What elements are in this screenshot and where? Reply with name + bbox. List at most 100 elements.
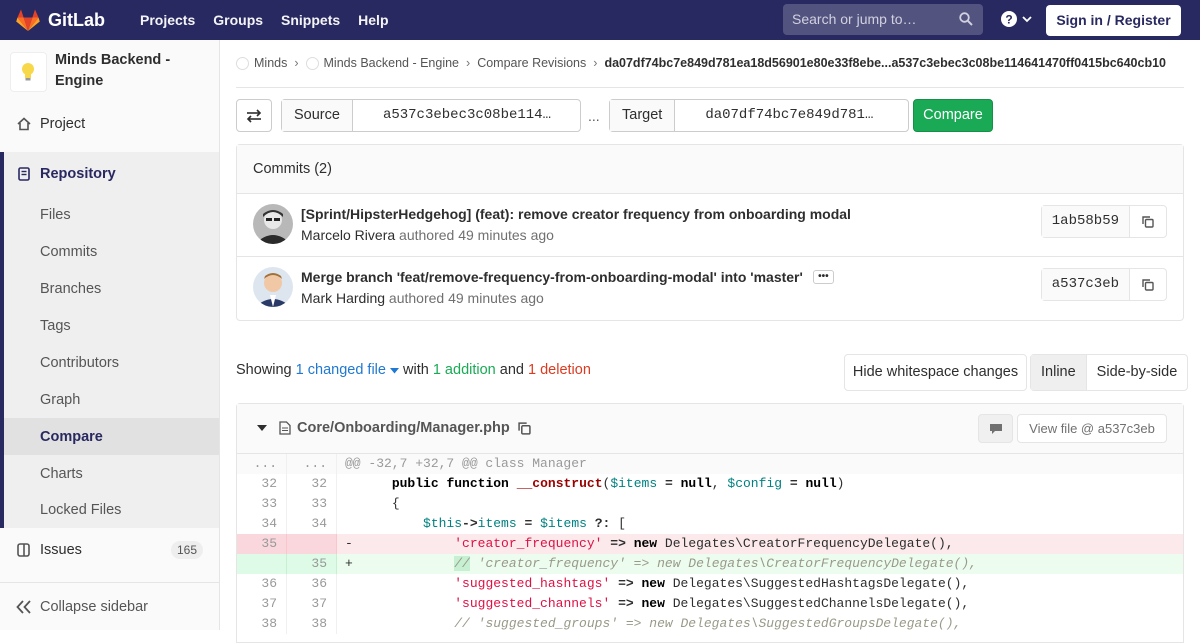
commit-row: Merge branch 'feat/remove-frequency-from…	[237, 257, 1183, 320]
commit-sha[interactable]: a537c3eb	[1041, 269, 1130, 300]
target-revision-dropdown[interactable]: Target da07df74bc7e849d781…	[609, 99, 909, 132]
nav-help[interactable]: Help	[349, 12, 397, 28]
commit-time: 49 minutes ago	[448, 290, 544, 306]
new-line-number[interactable]: 36	[287, 574, 337, 594]
breadcrumb-item[interactable]: Minds	[254, 56, 287, 70]
commit-author[interactable]: Marcelo Rivera	[301, 227, 395, 243]
sidebar-item-repository[interactable]: Repository	[4, 152, 219, 196]
inline-view-button[interactable]: Inline	[1031, 355, 1087, 390]
sidebar-item-commits[interactable]: Commits	[4, 233, 219, 270]
compare-button[interactable]: Compare	[913, 99, 993, 132]
copy-path-icon[interactable]	[518, 421, 531, 435]
sidebar-item-graph[interactable]: Graph	[4, 381, 219, 418]
help-dropdown[interactable]: ?	[1001, 11, 1032, 27]
diff-line: 37 37 'suggested_channels' => new Delegat…	[237, 594, 1183, 614]
swap-revisions-button[interactable]	[236, 99, 272, 132]
new-line-number[interactable]: 34	[287, 514, 337, 534]
search-input[interactable]: Search or jump to…	[783, 4, 983, 35]
sidebar-project-header[interactable]: Minds Backend - Engine	[0, 40, 219, 96]
commit-title[interactable]: Merge branch 'feat/remove-frequency-from…	[301, 269, 834, 285]
target-label: Target	[610, 100, 676, 131]
sidebar-item-project[interactable]: Project	[0, 106, 219, 142]
old-line-number[interactable]: 32	[237, 474, 287, 494]
collapse-sidebar-button[interactable]: Collapse sidebar	[0, 582, 219, 630]
side-by-side-button[interactable]: Side-by-side	[1087, 355, 1188, 390]
additions-count: 1 addition	[432, 362, 496, 378]
commit-author[interactable]: Mark Harding	[301, 290, 385, 306]
sidebar: Minds Backend - Engine Project Repositor…	[0, 40, 220, 630]
main-content: Minds › Minds Backend - Engine › Compare…	[220, 40, 1200, 643]
old-line-number[interactable]: 37	[237, 594, 287, 614]
new-line-number[interactable]: 37	[287, 594, 337, 614]
diff-line-removed: 35 - 'creator_frequency' => new Delegate…	[237, 534, 1183, 554]
sidebar-item-files[interactable]: Files	[4, 196, 219, 233]
breadcrumb-current[interactable]: da07df74bc7e849d781ea18d56901e80e33f8ebe…	[604, 56, 1166, 70]
commit-sha-group: 1ab58b59	[1040, 205, 1167, 238]
breadcrumb-item[interactable]: Compare Revisions	[477, 56, 586, 70]
sign-in-button[interactable]: Sign in / Register	[1046, 5, 1181, 36]
sidebar-item-issues[interactable]: Issues 165	[0, 531, 219, 568]
old-line-number[interactable]: 36	[237, 574, 287, 594]
sidebar-item-contributors[interactable]: Contributors	[4, 344, 219, 381]
old-line-number[interactable]: 34	[237, 514, 287, 534]
commit-sha[interactable]: 1ab58b59	[1041, 206, 1130, 237]
file-path-text[interactable]: Core/Onboarding/Manager.php	[297, 420, 510, 436]
home-icon	[17, 117, 31, 131]
expand-description-button[interactable]: •••	[812, 270, 834, 284]
old-line-number[interactable]: 35	[237, 534, 287, 554]
commits-header: Commits (2)	[237, 145, 1183, 194]
top-navbar: GitLab Projects Groups Snippets Help Sea…	[0, 0, 1200, 40]
nav-groups[interactable]: Groups	[204, 12, 272, 28]
divider	[236, 87, 1184, 88]
diff-line: 32 32 public function __construct($items …	[237, 474, 1183, 494]
question-icon: ?	[1001, 11, 1017, 27]
search-icon	[959, 12, 973, 26]
diff-hunk-header: ...... @@ -32,7 +32,7 @@ class Manager	[237, 454, 1183, 474]
sidebar-item-label: Repository	[40, 166, 116, 182]
source-value: a537c3ebec3c08be114…	[382, 107, 551, 123]
sidebar-item-tags[interactable]: Tags	[4, 307, 219, 344]
nav-projects[interactable]: Projects	[131, 12, 204, 28]
toggle-comments-button[interactable]	[978, 414, 1013, 443]
swap-icon	[246, 108, 262, 123]
diff-summary: Showing 1 changed file with 1 addition a…	[236, 362, 591, 378]
source-revision-dropdown[interactable]: Source a537c3ebec3c08be114…	[281, 99, 581, 132]
repository-section: Repository Files Commits Branches Tags C…	[0, 152, 219, 528]
issues-count-badge: 165	[170, 540, 203, 559]
range-dots: ...	[588, 108, 600, 124]
new-line-number[interactable]: 33	[287, 494, 337, 514]
diff-line: 34 34 $this->items = $items ?: [	[237, 514, 1183, 534]
sidebar-item-compare[interactable]: Compare	[4, 418, 219, 455]
old-line-number[interactable]: 33	[237, 494, 287, 514]
file-path: Core/Onboarding/Manager.php	[257, 420, 531, 436]
avatar[interactable]	[253, 267, 293, 307]
sidebar-item-branches[interactable]: Branches	[4, 270, 219, 307]
breadcrumb-item[interactable]: Minds Backend - Engine	[324, 56, 460, 70]
project-name: Minds Backend - Engine	[54, 52, 171, 89]
view-file-button[interactable]: View file @ a537c3eb	[1017, 414, 1167, 443]
chevron-right-icon: ›	[294, 56, 299, 70]
diff-view-toggle: Inline Side-by-side	[1030, 354, 1189, 391]
avatar[interactable]	[253, 204, 293, 244]
old-line-number[interactable]: 38	[237, 614, 287, 634]
old-line-number[interactable]	[237, 554, 287, 574]
copy-sha-button[interactable]	[1130, 269, 1166, 300]
new-line-number[interactable]	[287, 534, 337, 554]
gitlab-tanuki-icon	[16, 9, 40, 31]
brand-name: GitLab	[48, 9, 105, 30]
hide-whitespace-button[interactable]: Hide whitespace changes	[844, 354, 1027, 391]
sidebar-item-locked-files[interactable]: Locked Files	[4, 492, 219, 528]
commit-title[interactable]: [Sprint/HipsterHedgehog] (feat): remove …	[301, 206, 851, 222]
changed-files-dropdown[interactable]: 1 changed file	[296, 362, 399, 378]
deletions-count: 1 deletion	[528, 362, 591, 378]
new-line-number[interactable]: 35	[287, 554, 337, 574]
collapse-file-icon[interactable]	[257, 425, 267, 431]
copy-icon	[1142, 278, 1154, 291]
nav-snippets[interactable]: Snippets	[272, 12, 349, 28]
diff-line-added: 35 + // 'creator_frequency' => new Deleg…	[237, 554, 1183, 574]
sidebar-item-charts[interactable]: Charts	[4, 455, 219, 492]
new-line-number[interactable]: 32	[287, 474, 337, 494]
new-line-number[interactable]: 38	[287, 614, 337, 634]
gitlab-logo[interactable]: GitLab	[16, 9, 105, 31]
copy-sha-button[interactable]	[1130, 206, 1166, 237]
